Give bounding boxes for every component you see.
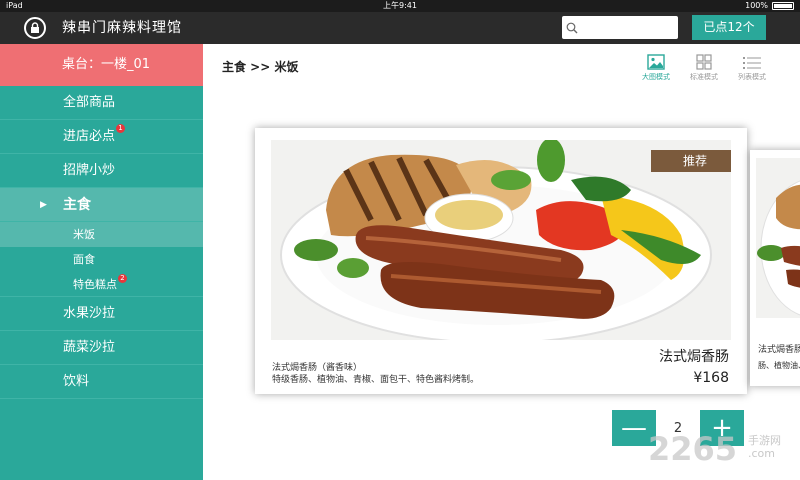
sidebar-item-fruit-salad[interactable]: 水果沙拉 [0, 297, 203, 331]
sidebar-item-must-order[interactable]: 进店必点1 [0, 120, 203, 154]
view-mode-list[interactable]: 列表模式 [728, 52, 776, 82]
sausage-plate-illustration [756, 158, 800, 318]
view-mode-label: 大图模式 [642, 73, 670, 81]
product-card[interactable]: 推荐 法式焗香肠 法式焗香肠（酱香味） 特级香肠、植物油、青椒、面包干、特色酱料… [255, 128, 747, 394]
dish-image: 推荐 [271, 140, 731, 340]
sidebar-item-all-products[interactable]: 全部商品 [0, 86, 203, 120]
count-badge: 2 [118, 274, 127, 283]
sidebar-item-label: 饮料 [63, 374, 90, 389]
grid-icon [696, 54, 712, 70]
next-dish-image [756, 158, 800, 318]
sidebar-subitem-pastries[interactable]: 特色糕点 2 [0, 272, 203, 297]
next-dish-title: 法式焗香肠（酱 [758, 345, 800, 355]
sidebar-subitem-noodles[interactable]: 面食 [0, 247, 203, 272]
dish-description: 法式焗香肠（酱香味） 特级香肠、植物油、青椒、面包干、特色酱料烤制。 [272, 362, 479, 386]
sidebar-item-vegetable-salad[interactable]: 蔬菜沙拉 [0, 331, 203, 365]
status-bar: iPad 上午9:41 100% [0, 0, 800, 12]
table-label: 桌台：一楼_01 [0, 44, 203, 86]
recommend-tag: 推荐 [651, 150, 731, 172]
dish-name-flavor: 法式焗香肠（酱香味） [272, 363, 363, 373]
sidebar-item-label: 招牌小炒 [63, 163, 116, 178]
watermark-text: 手游网 .com [748, 434, 781, 460]
breadcrumb: 主食 >> 米饭 [222, 60, 299, 74]
battery-status: 100% [745, 0, 794, 12]
sidebar-subitem-rice[interactable]: 米饭 [0, 222, 203, 247]
category-sidebar: 桌台：一楼_01 全部商品 进店必点1 招牌小炒 ▶ 主食 米饭 面食 特色糕点… [0, 44, 203, 480]
view-mode-standard[interactable]: 标准模式 [680, 52, 728, 82]
list-icon [743, 57, 761, 69]
view-mode-label: 列表模式 [738, 73, 766, 81]
ordered-items-button[interactable]: 已点12个 [692, 15, 766, 40]
count-badge: 1 [116, 124, 126, 133]
battery-icon [772, 2, 794, 10]
sidebar-item-label: 全部商品 [63, 95, 116, 110]
sidebar-item-drinks[interactable]: 饮料 [0, 365, 203, 399]
dish-ingredients: 特级香肠、植物油、青椒、面包干、特色酱料烤制。 [272, 375, 480, 385]
sidebar-item-label: 水果沙拉 [63, 306, 116, 321]
sidebar-subitem-label: 特色糕点 [73, 278, 117, 291]
dish-price: ¥168 [693, 370, 729, 386]
sidebar-item-label: 蔬菜沙拉 [63, 340, 116, 355]
view-mode-switcher: 大图模式 标准模式 列表模式 [632, 52, 776, 82]
image-icon [647, 54, 665, 70]
next-product-card[interactable]: 法式焗香肠（酱 肠、植物油、青 [750, 150, 800, 386]
view-mode-label: 标准模式 [690, 73, 718, 81]
lock-icon [31, 22, 39, 33]
status-time: 上午9:41 [383, 1, 417, 10]
app-header: 辣串门麻辣料理馆 已点12个 [0, 12, 800, 44]
watermark-line: 手游网 [748, 434, 781, 447]
expand-triangle-icon: ▶ [40, 200, 47, 210]
app-title: 辣串门麻辣料理馆 [62, 20, 182, 36]
sidebar-item-staple-food[interactable]: ▶ 主食 [0, 188, 203, 222]
search-box[interactable] [562, 16, 678, 39]
battery-percent: 100% [745, 1, 768, 10]
lock-rotate-button[interactable] [24, 17, 46, 39]
dish-title: 法式焗香肠 [659, 349, 729, 365]
watermark-logo: 2265 [648, 430, 738, 468]
next-dish-description: 肠、植物油、青 [758, 361, 800, 370]
search-input[interactable] [582, 18, 672, 37]
sidebar-item-signature-stir-fry[interactable]: 招牌小炒 [0, 154, 203, 188]
view-mode-large[interactable]: 大图模式 [632, 52, 680, 82]
sidebar-subitem-label: 米饭 [73, 228, 95, 241]
watermark-line: .com [748, 447, 775, 460]
search-icon [566, 22, 578, 33]
sidebar-item-label: 进店必点 [63, 129, 116, 144]
sidebar-subitem-label: 面食 [73, 253, 95, 266]
sidebar-item-label: 主食 [63, 197, 91, 213]
